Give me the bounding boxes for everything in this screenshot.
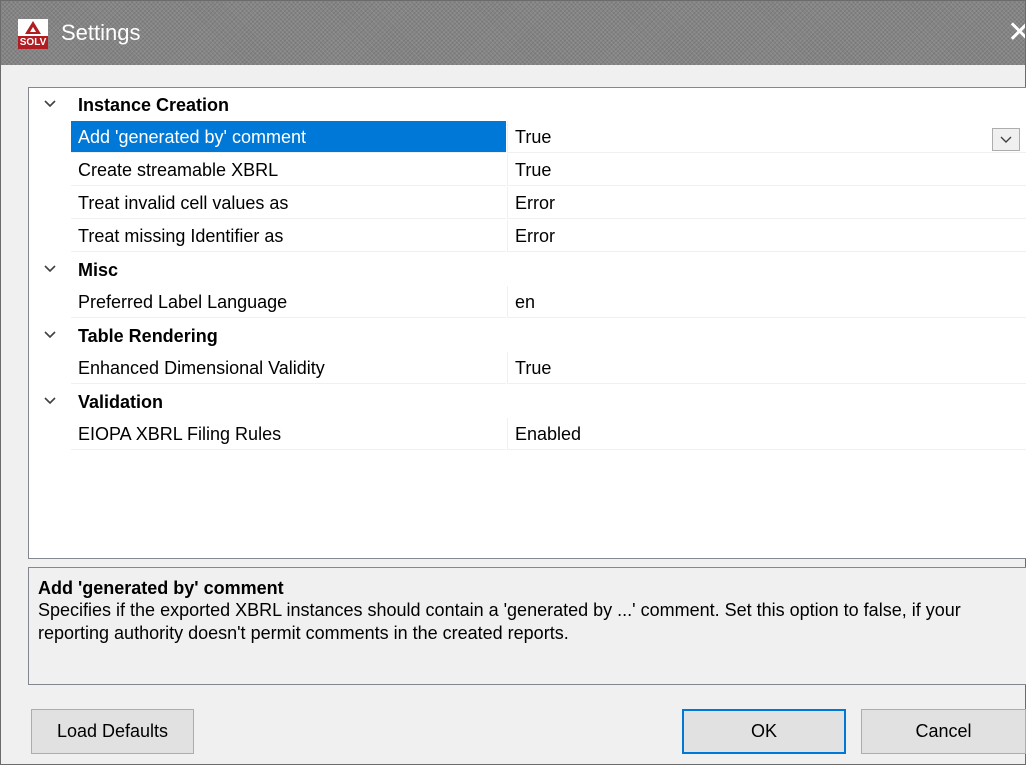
- row-gutter: [29, 286, 71, 319]
- property-row-treat-invalid-cell-values[interactable]: Treat invalid cell values as Error: [29, 187, 1026, 220]
- property-value[interactable]: Enabled: [507, 418, 1026, 450]
- logo-text: SOLV: [18, 36, 48, 49]
- property-row-add-generated-by-comment[interactable]: Add 'generated by' comment True: [29, 121, 1026, 154]
- help-panel: Add 'generated by' comment Specifies if …: [28, 567, 1026, 685]
- property-name[interactable]: Treat missing Identifier as: [71, 220, 506, 252]
- category-label: Table Rendering: [78, 326, 218, 346]
- property-name[interactable]: Treat invalid cell values as: [71, 187, 506, 219]
- window-title: Settings: [61, 20, 141, 45]
- property-value[interactable]: en: [507, 286, 1026, 318]
- chevron-down-icon[interactable]: [42, 393, 58, 409]
- property-name[interactable]: Create streamable XBRL: [71, 154, 506, 186]
- settings-dialog: SOLV Settings ✕ Instance Creation Add 'g…: [0, 0, 1026, 765]
- close-icon[interactable]: ✕: [1007, 13, 1025, 53]
- category-misc[interactable]: Misc: [29, 253, 1026, 286]
- property-row-enhanced-dimensional-validity[interactable]: Enhanced Dimensional Validity True: [29, 352, 1026, 385]
- property-row-preferred-label-language[interactable]: Preferred Label Language en: [29, 286, 1026, 319]
- category-table-rendering[interactable]: Table Rendering: [29, 319, 1026, 352]
- property-name[interactable]: EIOPA XBRL Filing Rules: [71, 418, 506, 450]
- chevron-down-icon[interactable]: [42, 261, 58, 277]
- help-title: Add 'generated by' comment: [38, 578, 284, 598]
- property-value[interactable]: True: [507, 154, 1026, 186]
- category-label: Misc: [78, 260, 119, 280]
- property-value-text: True: [515, 127, 552, 147]
- property-grid: Instance Creation Add 'generated by' com…: [28, 87, 1026, 559]
- category-label: Instance Creation: [78, 95, 230, 115]
- load-defaults-button[interactable]: Load Defaults: [31, 709, 194, 754]
- property-row-create-streamable-xbrl[interactable]: Create streamable XBRL True: [29, 154, 1026, 187]
- category-label: Validation: [78, 392, 164, 412]
- property-name[interactable]: Preferred Label Language: [71, 286, 506, 318]
- property-value[interactable]: Error: [507, 220, 1026, 252]
- row-gutter: [29, 418, 71, 451]
- property-row-eiopa-xbrl-filing-rules[interactable]: EIOPA XBRL Filing Rules Enabled: [29, 418, 1026, 451]
- property-value[interactable]: Error: [507, 187, 1026, 219]
- row-gutter: [29, 121, 71, 154]
- chevron-down-icon[interactable]: [42, 327, 58, 343]
- value-dropdown-button[interactable]: [992, 128, 1020, 151]
- row-gutter: [29, 352, 71, 385]
- row-gutter: [29, 154, 71, 187]
- property-value[interactable]: True: [507, 121, 1026, 153]
- ok-button[interactable]: OK: [682, 709, 846, 754]
- cancel-button[interactable]: Cancel: [861, 709, 1026, 754]
- help-description: Specifies if the exported XBRL instances…: [38, 600, 961, 643]
- property-name[interactable]: Add 'generated by' comment: [71, 121, 506, 153]
- title-bar[interactable]: SOLV Settings ✕: [1, 1, 1025, 65]
- app-logo-icon: SOLV: [18, 19, 48, 49]
- property-row-treat-missing-identifier[interactable]: Treat missing Identifier as Error: [29, 220, 1026, 253]
- chevron-down-icon[interactable]: [42, 96, 58, 112]
- category-instance-creation[interactable]: Instance Creation: [29, 88, 1026, 121]
- logo-triangle: [25, 21, 41, 34]
- category-validation[interactable]: Validation: [29, 385, 1026, 418]
- property-value[interactable]: True: [507, 352, 1026, 384]
- row-gutter: [29, 220, 71, 253]
- property-name[interactable]: Enhanced Dimensional Validity: [71, 352, 506, 384]
- chevron-down-icon: [1000, 136, 1012, 143]
- row-gutter: [29, 187, 71, 220]
